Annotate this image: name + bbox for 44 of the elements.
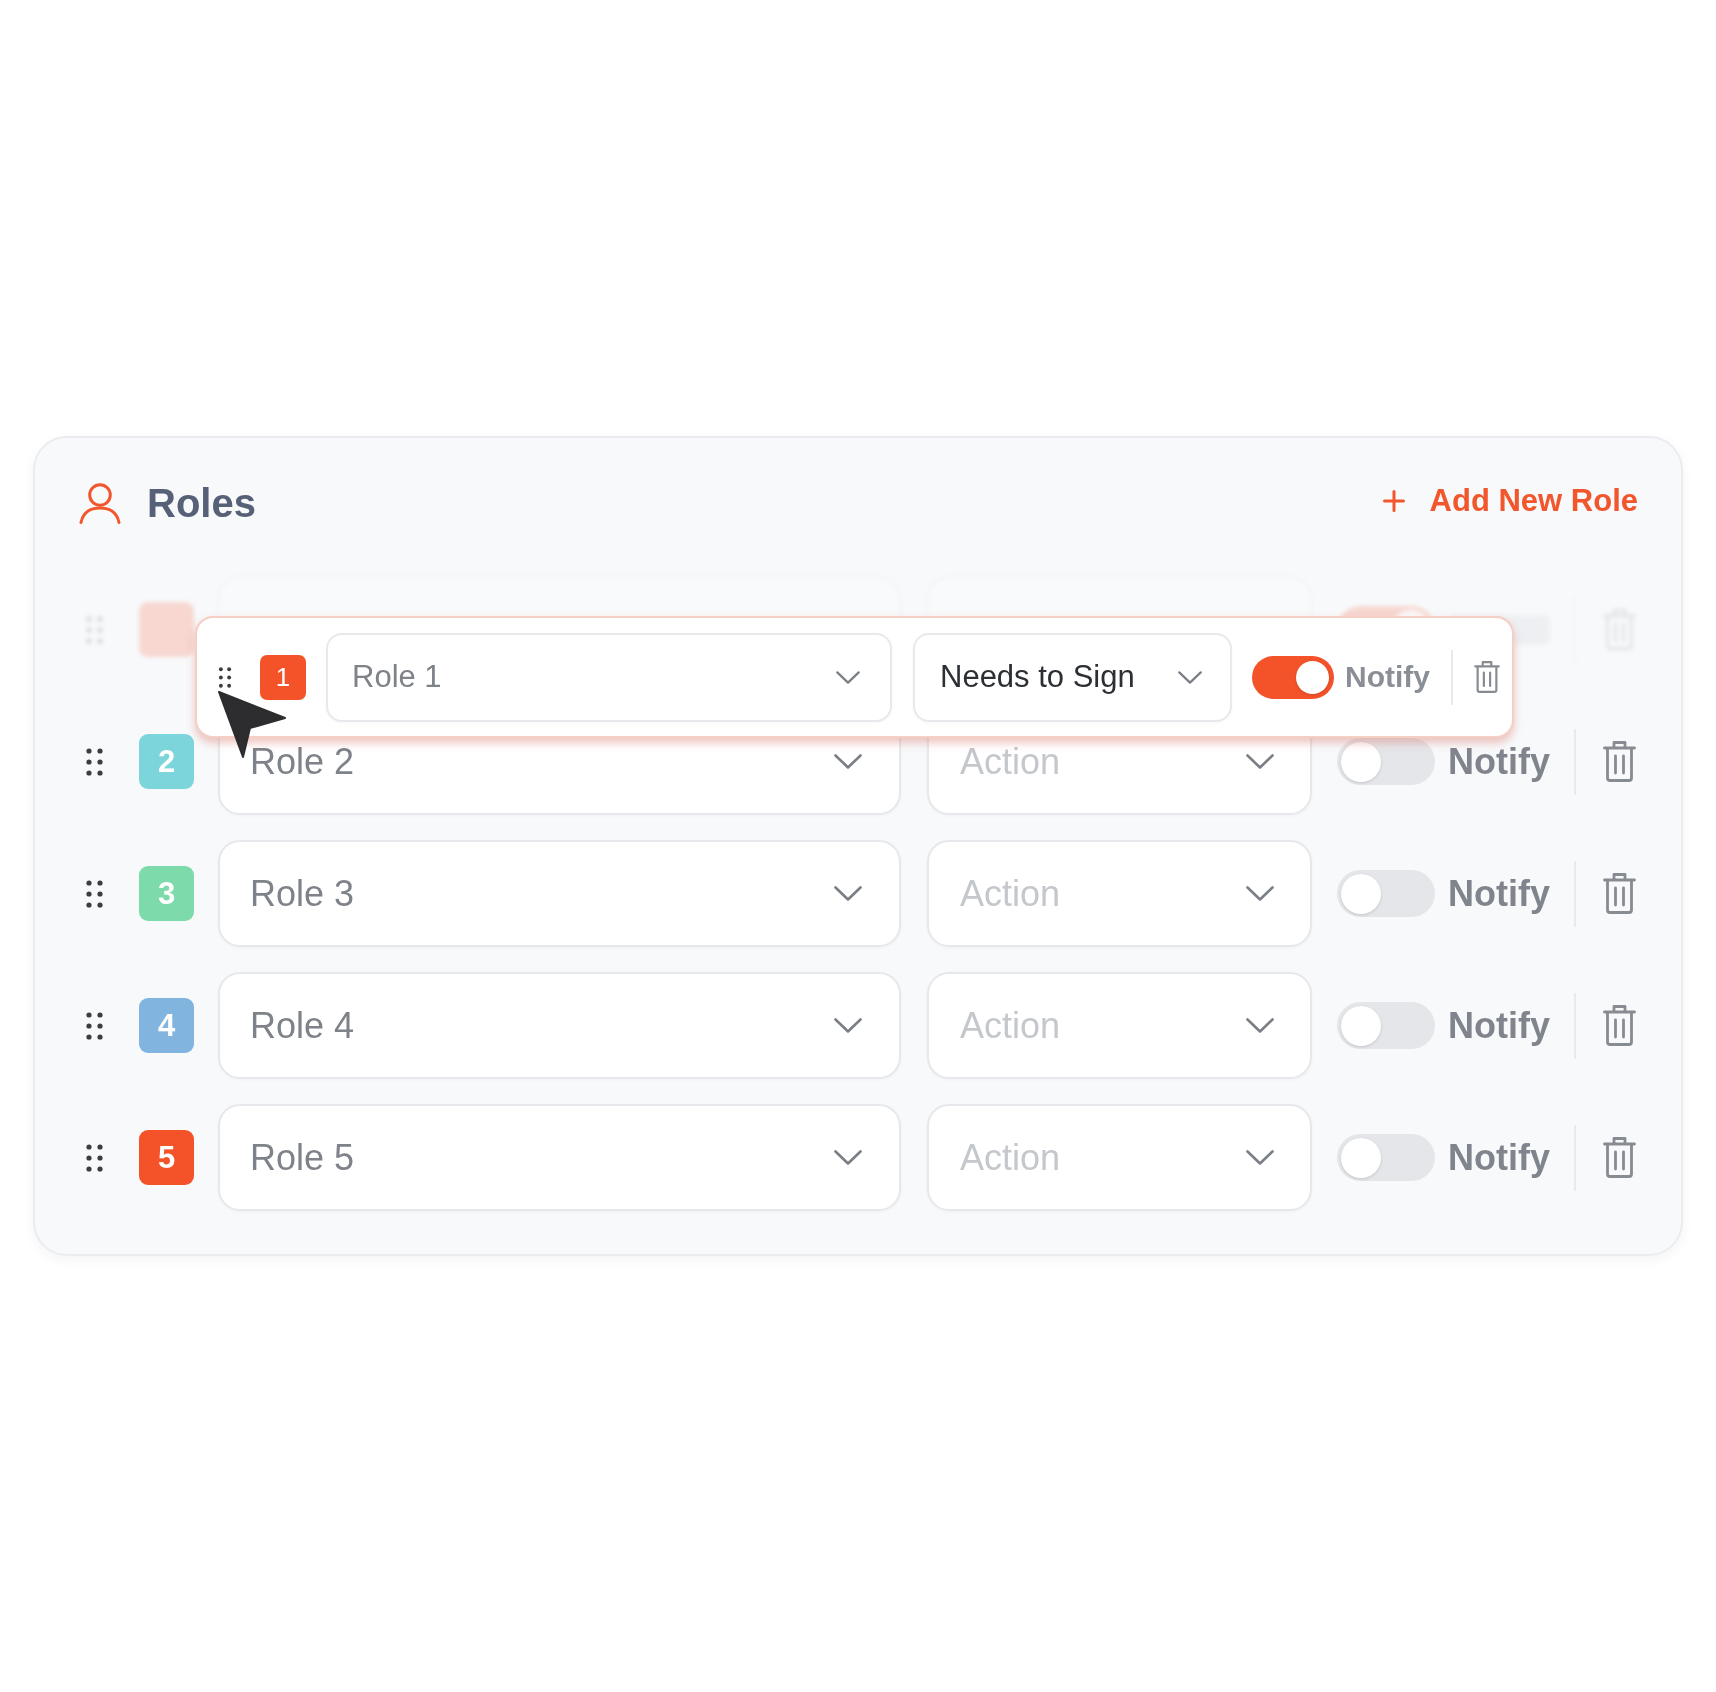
trash-icon[interactable] <box>1603 1137 1636 1178</box>
notify-toggle[interactable] <box>1337 738 1435 785</box>
chevron-down-icon <box>1246 886 1274 901</box>
number-badge: 4 <box>139 998 194 1053</box>
role-dropdown[interactable]: Role 1 <box>326 632 892 722</box>
chevron-down-icon <box>834 1150 862 1165</box>
number-badge: 5 <box>139 1130 194 1185</box>
plus-icon <box>1382 490 1405 512</box>
role-dropdown[interactable]: Role 5 <box>218 1104 901 1211</box>
role-dropdown[interactable]: Role 4 <box>218 972 901 1079</box>
notify-label: Notify <box>1345 659 1430 695</box>
trash-icon[interactable] <box>1603 741 1636 782</box>
chevron-down-icon <box>1246 754 1274 769</box>
chevron-down-icon <box>834 886 862 901</box>
drag-handle-icon[interactable] <box>86 747 103 776</box>
person-icon <box>79 482 121 524</box>
section-title: Roles <box>147 480 256 526</box>
number-badge: 2 <box>139 734 194 789</box>
notify-toggle[interactable] <box>1337 1134 1435 1181</box>
add-role-button[interactable]: Add New Role <box>1382 483 1638 519</box>
notify-label: Notify <box>1448 1004 1550 1047</box>
chevron-down-icon <box>1178 670 1202 684</box>
notify-toggle[interactable] <box>1337 1002 1435 1049</box>
chevron-down-icon <box>834 1018 862 1033</box>
drag-handle-icon[interactable] <box>86 879 103 908</box>
drag-handle-icon[interactable] <box>218 666 232 688</box>
chevron-down-icon <box>1246 1018 1274 1033</box>
trash-icon[interactable] <box>1474 661 1500 693</box>
notify-toggle[interactable] <box>1337 870 1435 917</box>
drag-handle-icon[interactable] <box>86 1011 103 1040</box>
chevron-down-icon <box>1246 1150 1274 1165</box>
number-badge: 3 <box>139 866 194 921</box>
notify-label: Notify <box>1448 740 1550 783</box>
notify-label: Notify <box>1448 872 1550 915</box>
drag-handle-icon[interactable] <box>86 1143 103 1172</box>
notify-toggle[interactable] <box>1252 655 1334 699</box>
role-dropdown[interactable]: Role 3 <box>218 840 901 947</box>
chevron-down-icon <box>834 754 862 769</box>
trash-icon[interactable] <box>1603 1005 1636 1046</box>
action-dropdown[interactable]: Needs to Sign <box>913 632 1232 722</box>
number-badge: 1 <box>260 654 306 700</box>
chevron-down-icon <box>836 670 860 684</box>
notify-label: Notify <box>1448 1136 1550 1179</box>
trash-icon[interactable] <box>1603 873 1636 914</box>
